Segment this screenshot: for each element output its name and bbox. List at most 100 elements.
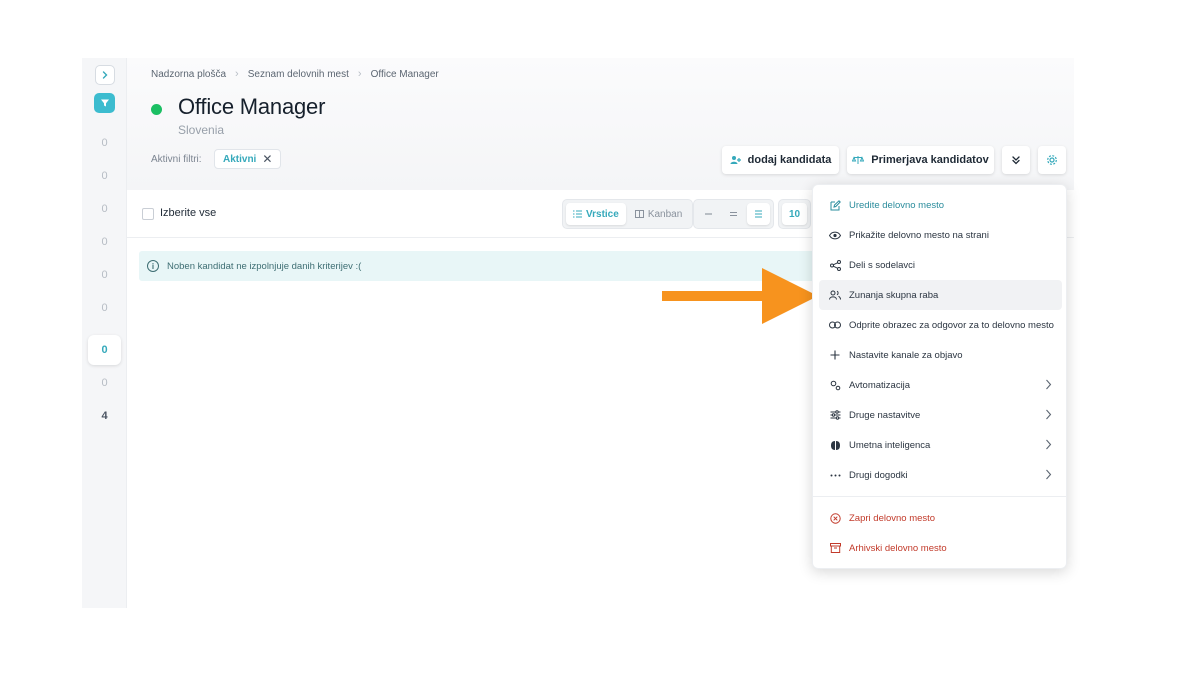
add-candidate-label: dodaj kandidata [747, 154, 832, 166]
filter-chip-label: Aktivni [223, 153, 257, 165]
menu-item-label: Odprite obrazec za odgovor za to delovno… [849, 319, 1054, 331]
menu-item-artificial-intelligence[interactable]: Umetna inteligenca [819, 430, 1062, 460]
breadcrumb-dashboard[interactable]: Nadzorna plošča [151, 69, 226, 80]
screenshot-stage: 0 0 0 0 0 0 0 0 4 Nadzorna plošča › Sezn… [0, 0, 1200, 675]
settings-button[interactable] [1038, 146, 1066, 174]
status-active-dot [151, 104, 162, 115]
job-location: Slovenia [178, 123, 225, 137]
density-compact-button[interactable] [697, 203, 720, 225]
menu-item-edit-job[interactable]: Uredite delovno mesto [819, 190, 1062, 220]
plus-icon [829, 350, 841, 360]
filter-icon [100, 99, 109, 107]
menu-item-external-sharing[interactable]: Zunanja skupna raba [819, 280, 1062, 310]
expand-rail-button[interactable] [95, 65, 115, 85]
left-rail: 0 0 0 0 0 0 0 0 4 [82, 58, 127, 608]
menu-item-other-events[interactable]: Drugi dogodki [819, 460, 1062, 490]
density-medium-button[interactable] [722, 203, 745, 225]
stage-count[interactable]: 0 [82, 236, 127, 248]
menu-item-label: Drugi dogodki [849, 469, 908, 481]
compare-candidates-button[interactable]: Primerjava kandidatov [847, 146, 994, 174]
view-kanban-button[interactable]: Kanban [628, 203, 689, 225]
density-comfortable-icon [755, 210, 762, 218]
filter-button[interactable] [94, 93, 115, 113]
filter-chip[interactable]: Aktivni ✕ [214, 149, 282, 169]
stage-count[interactable]: 0 [82, 269, 127, 281]
breadcrumb: Nadzorna plošča › Seznam delovnih mest ›… [151, 68, 439, 80]
stage-count[interactable]: 0 [82, 203, 127, 215]
close-icon[interactable]: ✕ [262, 152, 272, 166]
add-user-icon [730, 156, 741, 164]
job-actions-menu: Uredite delovno mesto Prikažite delovno … [812, 184, 1067, 569]
edit-icon [829, 199, 841, 211]
select-all-label[interactable]: Izberite vse [160, 207, 216, 219]
menu-item-label: Nastavite kanale za objavo [849, 349, 963, 361]
view-toggle: Vrstice Kanban [562, 199, 694, 229]
page-title: Office Manager [178, 94, 326, 119]
density-toggle [693, 199, 774, 229]
chevron-right-icon [102, 71, 108, 79]
menu-item-label: Avtomatizacija [849, 379, 911, 391]
view-kanban-label: Kanban [647, 208, 683, 220]
chevron-right-icon [1046, 409, 1052, 420]
density-compact-icon [705, 213, 712, 215]
kanban-icon [634, 210, 644, 218]
menu-item-label: Uredite delovno mesto [849, 199, 945, 211]
sliders-icon [829, 410, 841, 420]
list-icon [573, 210, 582, 218]
users-icon [829, 290, 841, 300]
compare-candidates-label: Primerjava kandidatov [871, 154, 989, 166]
stage-count[interactable]: 0 [82, 170, 127, 182]
chevron-right-icon [1046, 439, 1052, 450]
ai-icon [829, 440, 841, 451]
breadcrumb-current: Office Manager [370, 68, 439, 80]
chevron-right-icon [1046, 379, 1052, 390]
automation-icon [829, 380, 841, 391]
menu-item-label: Deli s sodelavci [849, 259, 915, 271]
eye-icon [829, 231, 841, 240]
empty-results-text: Noben kandidat ne izpolnjuje danih krite… [167, 260, 362, 272]
share-icon [829, 259, 841, 271]
page-size-selector: 10 [778, 199, 812, 229]
menu-item-automation[interactable]: Avtomatizacija [819, 370, 1062, 400]
menu-item-close-job[interactable]: Zapri delovno mesto [819, 503, 1062, 533]
menu-item-label: Zunanja skupna raba [849, 289, 939, 301]
stage-count[interactable]: 0 [82, 137, 127, 149]
scale-icon [852, 156, 865, 164]
double-chevron-down-icon [1012, 156, 1020, 165]
chevron-right-icon: › [357, 68, 362, 80]
chevron-right-icon: › [235, 68, 239, 80]
archive-icon [829, 543, 841, 553]
stage-count-active[interactable]: 0 [88, 335, 121, 365]
add-candidate-button[interactable]: dodaj kandidata [722, 146, 839, 174]
menu-item-archive-job[interactable]: Arhivski delovno mesto [819, 533, 1062, 563]
menu-item-share-colleagues[interactable]: Deli s sodelavci [819, 250, 1062, 280]
menu-item-label: Umetna inteligenca [849, 439, 931, 451]
more-icon [829, 474, 841, 477]
gear-icon [1047, 155, 1057, 165]
menu-item-label: Prikažite delovno mesto na strani [849, 229, 989, 241]
job-header: Nadzorna plošča › Seznam delovnih mest ›… [127, 58, 1074, 190]
view-rows-button[interactable]: Vrstice [566, 203, 626, 225]
active-filters-label: Aktivni filtri: [151, 154, 202, 165]
breadcrumb-job-list[interactable]: Seznam delovnih mest [248, 69, 349, 80]
link-icon [829, 321, 841, 329]
stage-count[interactable]: 0 [82, 302, 127, 314]
stage-count[interactable]: 0 [82, 377, 127, 389]
select-all-checkbox[interactable] [142, 208, 154, 220]
chevron-right-icon [1046, 469, 1052, 480]
menu-item-label: Druge nastavitve [849, 409, 921, 421]
density-medium-icon [730, 211, 737, 217]
menu-divider [813, 496, 1066, 497]
info-icon: i [147, 260, 159, 272]
stage-count[interactable]: 4 [82, 410, 127, 422]
view-rows-label: Vrstice [586, 208, 619, 220]
menu-item-open-response-form[interactable]: Odprite obrazec za odgovor za to delovno… [819, 310, 1062, 340]
menu-item-publish-channels[interactable]: Nastavite kanale za objavo [819, 340, 1062, 370]
close-circle-icon [829, 512, 841, 524]
menu-item-show-on-page[interactable]: Prikažite delovno mesto na strani [819, 220, 1062, 250]
menu-item-label: Zapri delovno mesto [849, 512, 936, 524]
density-comfortable-button[interactable] [747, 203, 770, 225]
page-size-10-button[interactable]: 10 [782, 203, 808, 225]
expand-button[interactable] [1002, 146, 1030, 174]
menu-item-other-settings[interactable]: Druge nastavitve [819, 400, 1062, 430]
